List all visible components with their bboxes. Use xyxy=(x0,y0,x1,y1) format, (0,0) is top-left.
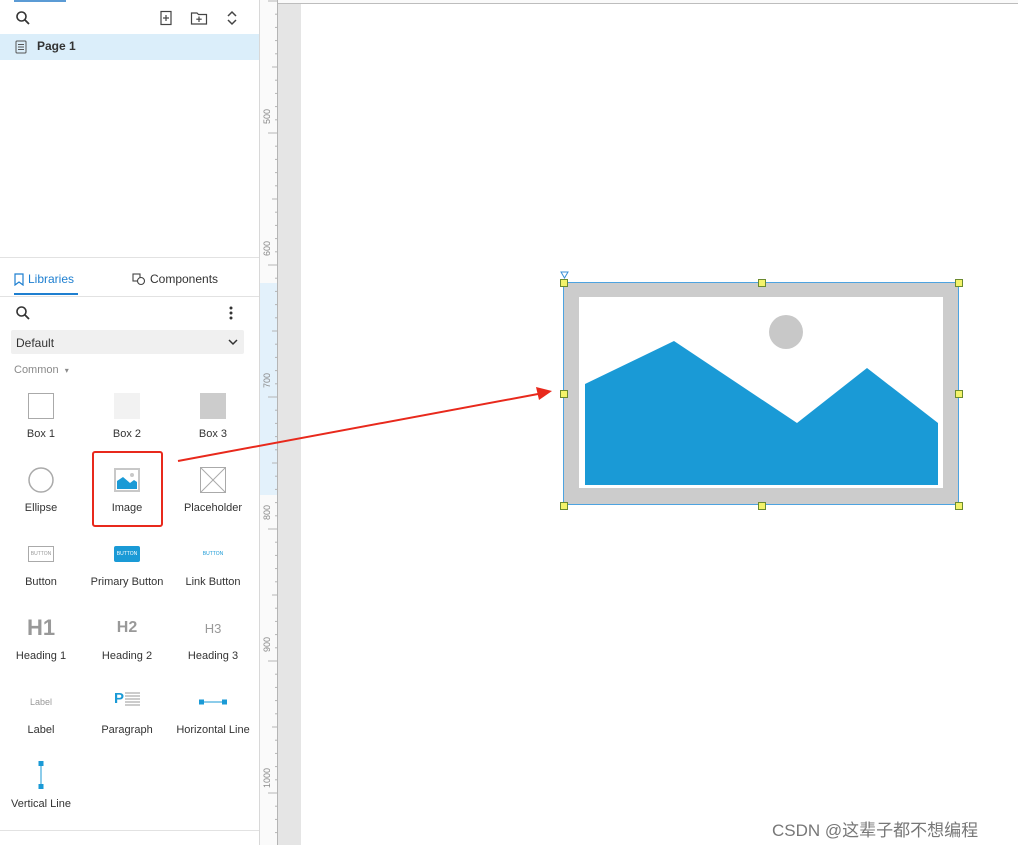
widget-label: Label xyxy=(27,724,55,736)
box-1-icon[interactable] xyxy=(28,393,54,419)
primary-button-icon[interactable]: BUTTON xyxy=(114,545,140,563)
horizontal-ruler xyxy=(278,0,1018,4)
watermark: CSDN @这辈子都不想编程 xyxy=(772,821,979,840)
vertical-line-icon[interactable] xyxy=(36,761,46,789)
active-tab-indicator xyxy=(14,0,66,2)
resize-handle[interactable] xyxy=(560,390,568,398)
ruler-label: 700 xyxy=(262,372,272,388)
bookmark-icon xyxy=(14,272,24,286)
link-button-icon[interactable]: BUTTON xyxy=(200,545,226,563)
placeholder-icon[interactable] xyxy=(200,467,226,493)
resize-handle[interactable] xyxy=(955,502,963,510)
tab-components[interactable]: Components xyxy=(132,270,218,288)
canvas-gutter xyxy=(278,0,301,845)
section-header-common[interactable]: Common ▾ xyxy=(14,364,69,376)
add-folder-icon[interactable] xyxy=(189,9,209,27)
resize-handle[interactable] xyxy=(758,502,766,510)
widget-label: Primary Button xyxy=(90,576,164,588)
widget-label: Box 3 xyxy=(198,428,228,440)
divider xyxy=(0,257,259,258)
resize-handle[interactable] xyxy=(955,279,963,287)
widget-label: Ellipse xyxy=(24,502,58,514)
heading-3-icon[interactable]: H3 xyxy=(196,619,230,637)
tab-libraries-underline xyxy=(14,293,78,295)
paragraph-icon[interactable]: P xyxy=(114,690,142,712)
library-search-icon[interactable] xyxy=(14,304,32,322)
highlight-annotation-box xyxy=(92,451,163,527)
heading-1-icon[interactable]: H1 xyxy=(24,615,58,641)
resize-handle[interactable] xyxy=(560,502,568,510)
ruler-label: 800 xyxy=(262,504,272,520)
left-panel xyxy=(0,0,259,845)
box-3-icon[interactable] xyxy=(200,393,226,419)
more-options-icon[interactable] xyxy=(224,304,238,322)
ruler-label: 1000 xyxy=(262,767,272,788)
widget-label: Box 2 xyxy=(112,428,142,440)
tab-components-label: Components xyxy=(150,272,219,286)
horizontal-line-icon[interactable] xyxy=(198,696,228,708)
section-title: Common xyxy=(14,364,59,376)
ruler-label: 500 xyxy=(262,108,272,124)
search-icon[interactable] xyxy=(14,9,32,27)
ruler-ticks xyxy=(268,0,278,845)
rotate-handle-icon[interactable] xyxy=(560,268,569,279)
expand-collapse-icon[interactable] xyxy=(223,9,241,27)
box-2-icon[interactable] xyxy=(114,393,140,419)
components-icon xyxy=(132,272,146,285)
ellipse-icon[interactable] xyxy=(28,467,54,493)
chevron-down-icon[interactable] xyxy=(227,336,239,348)
widget-label: Heading 1 xyxy=(15,650,67,662)
divider xyxy=(0,830,259,831)
page-icon xyxy=(14,39,28,55)
widget-label: Vertical Line xyxy=(11,798,71,810)
ruler-label: 600 xyxy=(262,240,272,256)
divider xyxy=(0,296,259,297)
widget-label: Horizontal Line xyxy=(176,724,250,736)
tab-libraries[interactable]: Libraries xyxy=(14,270,74,288)
widget-label: Link Button xyxy=(185,576,241,588)
widget-label: Placeholder xyxy=(183,502,243,514)
widget-label: Paragraph xyxy=(101,724,153,736)
library-select-value: Default xyxy=(16,336,55,350)
button-icon[interactable]: BUTTON xyxy=(28,545,54,563)
resize-handle[interactable] xyxy=(758,279,766,287)
caret-down-icon: ▾ xyxy=(64,366,69,375)
heading-2-icon[interactable]: H2 xyxy=(110,617,144,639)
ruler-label: 900 xyxy=(262,636,272,652)
label-icon[interactable]: Label xyxy=(24,694,58,710)
widget-label: Heading 3 xyxy=(187,650,239,662)
page-label: Page 1 xyxy=(37,39,76,53)
resize-handle[interactable] xyxy=(560,279,568,287)
tab-libraries-label: Libraries xyxy=(28,272,75,286)
widget-label: Box 1 xyxy=(26,428,56,440)
widget-label: Heading 2 xyxy=(101,650,153,662)
add-page-icon[interactable] xyxy=(157,9,175,27)
widget-label: Button xyxy=(25,576,57,588)
selection-outline xyxy=(563,282,959,505)
resize-handle[interactable] xyxy=(955,390,963,398)
